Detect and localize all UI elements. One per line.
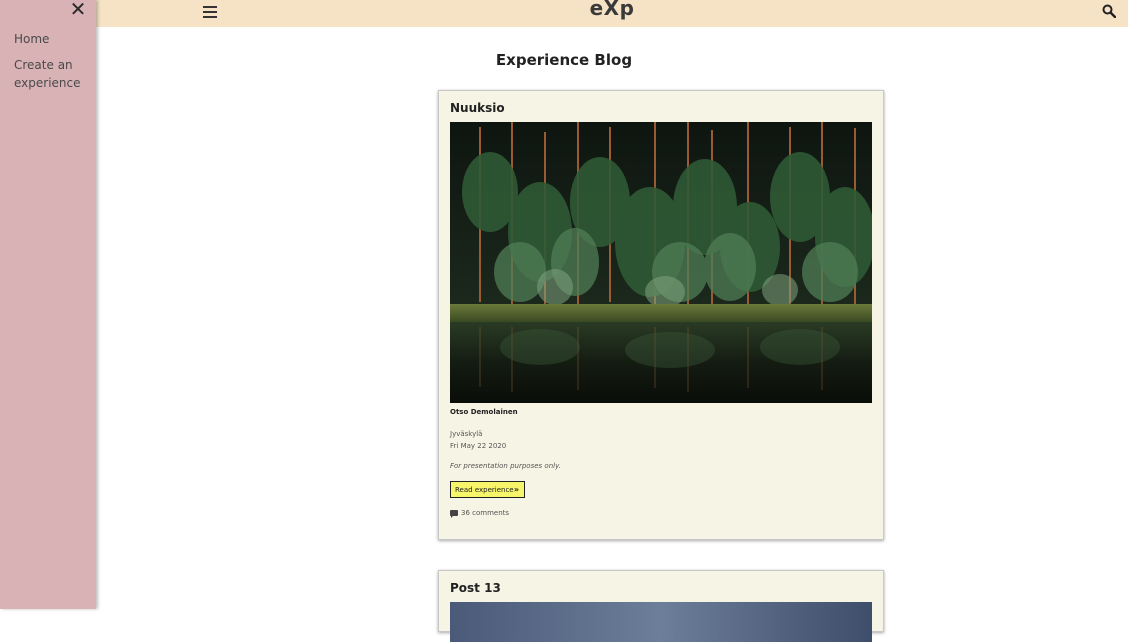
post-image[interactable] [450,122,872,403]
post-location: Jyväskylä [450,430,483,438]
comments-link[interactable]: 36 comments [450,509,510,518]
post-card: Post 13 [438,570,884,642]
post-description: For presentation purposes only. [450,462,561,470]
page-title: Experience Blog [495,51,633,69]
read-experience-label: Read experience [455,485,514,494]
post-author: Otso Demolainen [450,408,518,416]
post-title[interactable]: Nuuksio [450,101,505,115]
post-card: Nuuksio Otso Demolainen Jyväskylä Fri Ma… [438,90,884,540]
search-icon[interactable] [1102,4,1116,18]
sidebar-item-create-experience[interactable]: Create an experience [14,56,90,92]
comments-count: 36 comments [461,509,510,517]
comment-icon [450,510,458,518]
post-image[interactable] [450,602,872,642]
sidebar-nav: Home Create an experience [14,30,90,100]
post-date: Fri May 22 2020 [450,442,507,450]
read-experience-button[interactable]: Read experience » [450,481,525,498]
brand-logo[interactable]: eXp [96,0,1128,20]
double-chevron-right-icon: » [513,485,519,494]
close-icon[interactable]: ✕ [68,0,88,21]
post-title[interactable]: Post 13 [450,581,501,595]
sidebar-item-home[interactable]: Home [14,30,90,48]
sidebar: ✕ Home Create an experience [0,0,96,609]
header: eXp [96,0,1128,27]
